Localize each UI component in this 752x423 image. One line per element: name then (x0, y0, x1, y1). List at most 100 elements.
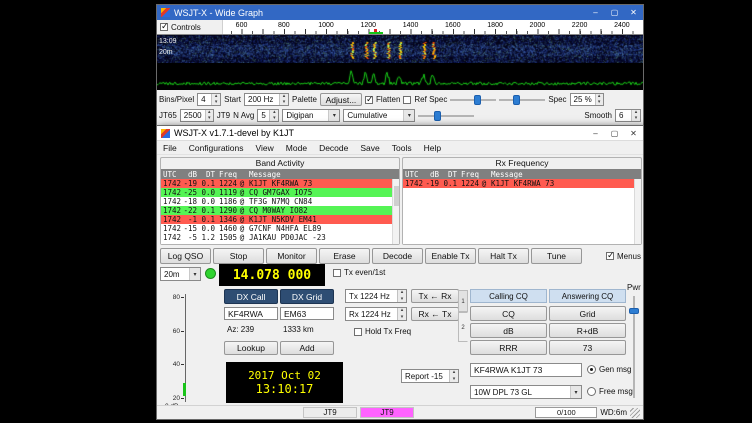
tx-freq-spinner[interactable]: Tx 1224 Hz ▴▾ (345, 289, 407, 303)
menus-checkbox[interactable]: Menus (606, 252, 641, 261)
navg-spinner[interactable]: 5 ▴▾ (257, 109, 279, 122)
display-mode-combo[interactable]: Cumulative ▾ (343, 109, 415, 122)
tab-1[interactable]: 1 (458, 290, 468, 312)
scrollbar-thumb[interactable] (394, 186, 399, 206)
resize-grip-icon[interactable] (630, 408, 640, 418)
maximize-icon[interactable]: ▢ (605, 5, 624, 20)
spinner-arrows-icon[interactable]: ▴▾ (397, 308, 406, 320)
tx-from-rx-button[interactable]: Tx ← Rx (411, 289, 459, 303)
smooth-spinner[interactable]: 6 ▴▾ (615, 109, 641, 122)
palette-value: Digipan (286, 111, 313, 120)
maximize-icon[interactable]: ▢ (605, 126, 624, 140)
decode-row[interactable]: 1742 -19 0.1 1224 @ K1JT KF4RWA 73 (161, 179, 392, 188)
dx-grid-button[interactable]: DX Grid (280, 289, 334, 304)
palette-combo[interactable]: Digipan ▾ (282, 109, 340, 122)
action-button[interactable]: Monitor (266, 248, 317, 264)
dx-call-button[interactable]: DX Call (224, 289, 278, 304)
scrollbar[interactable] (634, 179, 641, 244)
decode-row[interactable]: 1742 -19 0.1 1224 @ K1JT KF4RWA 73 (403, 179, 634, 188)
free-msg-combo[interactable]: 10W DPL 73 GL ▾ (470, 385, 582, 399)
minimize-icon[interactable]: – (586, 126, 605, 140)
spectrum-display[interactable] (157, 63, 643, 90)
lookup-button[interactable]: Lookup (224, 341, 278, 355)
flatten-checkbox[interactable]: Flatten (365, 95, 400, 104)
spectrum-canvas[interactable] (157, 63, 643, 90)
action-button[interactable]: Halt Tx (478, 248, 529, 264)
main-titlebar[interactable]: WSJT-X v1.7.1-devel by K1JT – ▢ ✕ (157, 126, 643, 141)
band-select-combo[interactable]: 20m ▾ (160, 267, 201, 281)
slider-handle[interactable] (513, 95, 520, 105)
action-button[interactable]: Enable Tx (425, 248, 476, 264)
report-spinner[interactable]: Report -15 ▴▾ (401, 369, 459, 383)
spinner-arrows-icon[interactable]: ▴▾ (205, 110, 213, 121)
action-button[interactable]: Erase (319, 248, 370, 264)
slider-handle[interactable] (629, 308, 639, 314)
bins-spinner[interactable]: 4 ▴▾ (197, 93, 221, 106)
controls-panel: Controls (157, 20, 223, 34)
decode-row[interactable]: 1742 -5 1.2 1505 @ JA1KAU PD0JAC -23 (161, 233, 392, 242)
menu-item[interactable]: File (157, 143, 183, 153)
split-spinner[interactable]: 2500 ▴▾ (180, 109, 214, 122)
tx-even-checkbox[interactable]: Tx even/1st (333, 268, 385, 277)
action-button[interactable]: Tune (531, 248, 582, 264)
slider-handle[interactable] (474, 95, 481, 105)
pwr-slider[interactable] (628, 296, 640, 398)
minimize-icon[interactable]: – (586, 5, 605, 20)
message-button[interactable]: CQ (470, 306, 547, 321)
frequency-scale[interactable]: 60080010001200140016001800200022002400 C… (157, 20, 643, 35)
dx-grid-field[interactable]: EM63 (280, 307, 334, 320)
menu-item[interactable]: View (250, 143, 280, 153)
menu-item[interactable]: Save (354, 143, 385, 153)
decode-row[interactable]: 1742 -18 0.0 1186 @ TF3G N7MQ CN84 (161, 197, 392, 206)
menu-item[interactable]: Mode (280, 143, 313, 153)
dx-call-field[interactable]: KF4RWA (224, 307, 278, 320)
decode-row[interactable]: 1742 -22 0.1 1290 @ CQ M0WAY IO82 (161, 206, 392, 215)
decode-row[interactable]: 1742 -15 0.0 1460 @ G7CNF N4HFA EL89 (161, 224, 392, 233)
decode-row[interactable]: 1742 -25 0.0 1119 @ CQ GM7GAX IO75 (161, 188, 392, 197)
spinner-arrows-icon[interactable]: ▴▾ (211, 94, 220, 105)
message-button[interactable]: Grid (549, 306, 626, 321)
menu-item[interactable]: Help (418, 143, 447, 153)
controls-checkbox[interactable]: Controls (160, 23, 201, 32)
spinner-arrows-icon[interactable]: ▴▾ (595, 94, 603, 105)
message-button[interactable]: RRR (470, 340, 547, 355)
action-button[interactable]: Decode (372, 248, 423, 264)
ref-spec-checkbox[interactable]: Ref Spec (403, 95, 447, 104)
start-spinner[interactable]: 200 Hz ▴▾ (244, 93, 289, 106)
menu-item[interactable]: Configurations (183, 143, 250, 153)
spinner-arrows-icon[interactable]: ▴▾ (449, 370, 458, 382)
close-icon[interactable]: ✕ (624, 5, 643, 20)
add-button[interactable]: Add (280, 341, 334, 355)
tab-2[interactable]: 2 (458, 312, 468, 342)
scrollbar[interactable] (392, 179, 399, 244)
spectrum-gain-slider[interactable] (418, 109, 474, 123)
action-button[interactable]: Log QSO (160, 248, 211, 264)
rx-from-tx-button[interactable]: Rx ← Tx (411, 307, 459, 321)
free-msg-radio[interactable]: Free msg (587, 387, 633, 396)
spinner-arrows-icon[interactable]: ▴▾ (631, 110, 640, 121)
menu-item[interactable]: Tools (386, 143, 418, 153)
waterfall-zero-slider[interactable] (499, 93, 545, 107)
gen-msg-field[interactable]: KF4RWA K1JT 73 (470, 363, 582, 377)
spinner-arrows-icon[interactable]: ▴▾ (269, 110, 278, 121)
wide-graph-titlebar[interactable]: WSJT-X - Wide Graph – ▢ ✕ (157, 5, 643, 20)
close-icon[interactable]: ✕ (624, 126, 643, 140)
spec-spinner[interactable]: 25 % ▴▾ (570, 93, 604, 106)
hold-tx-freq-checkbox[interactable]: Hold Tx Freq (354, 327, 411, 336)
menu-item[interactable]: Decode (313, 143, 354, 153)
decode-message: G7CNF N4HFA EL89 (247, 224, 392, 233)
message-button[interactable]: R+dB (549, 323, 626, 338)
waterfall-canvas[interactable] (157, 35, 643, 63)
waterfall[interactable]: 13:09 20m (157, 35, 643, 63)
message-button[interactable]: 73 (549, 340, 626, 355)
slider-handle[interactable] (434, 111, 441, 121)
decode-row[interactable]: 1742 -1 0.1 1346 @ K1JT N5KDV EM41 (161, 215, 392, 224)
spinner-arrows-icon[interactable]: ▴▾ (279, 94, 288, 105)
gen-msg-radio[interactable]: Gen msg (587, 365, 631, 374)
message-button[interactable]: dB (470, 323, 547, 338)
spinner-arrows-icon[interactable]: ▴▾ (397, 290, 406, 302)
adjust-button[interactable]: Adjust... (320, 93, 362, 106)
action-button[interactable]: Stop (213, 248, 264, 264)
waterfall-gain-slider[interactable] (450, 93, 496, 107)
rx-freq-spinner[interactable]: Rx 1224 Hz ▴▾ (345, 307, 407, 321)
